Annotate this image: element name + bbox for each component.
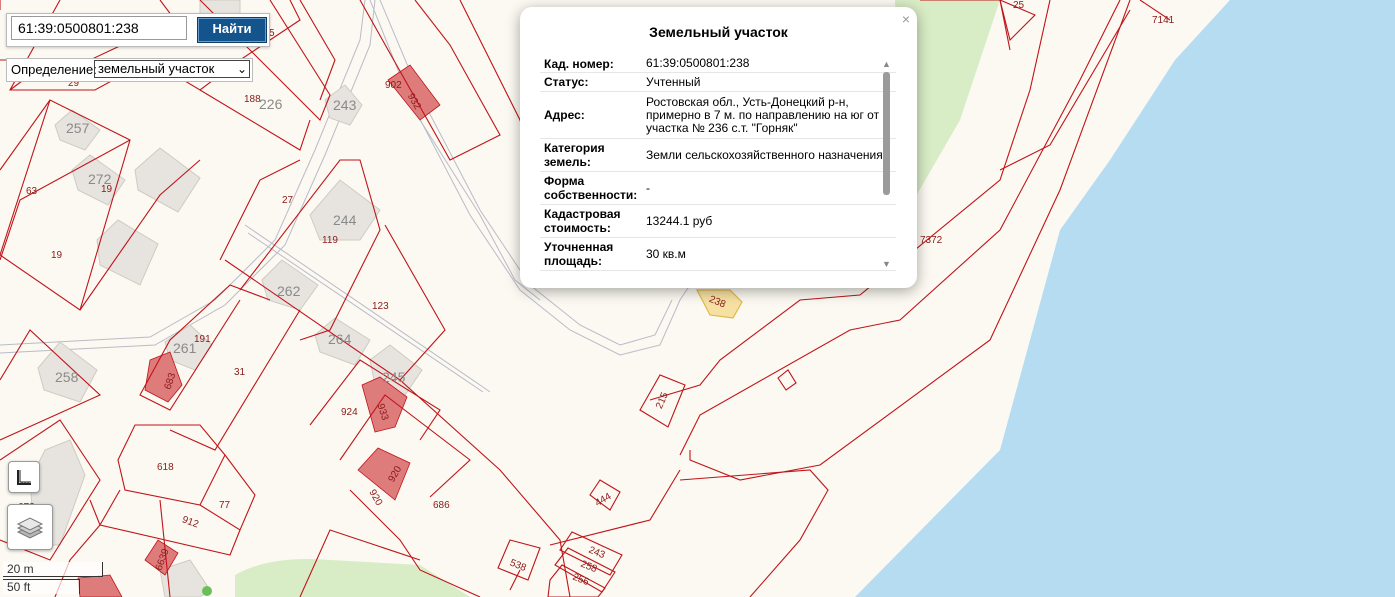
parcel-label: 27 bbox=[282, 195, 294, 206]
parcel-label: 19 bbox=[51, 250, 63, 261]
info-value: Ростовская обл., Усть-Донецкий р-н, прим… bbox=[646, 94, 880, 135]
building-label: 262 bbox=[277, 283, 301, 299]
layers-button[interactable] bbox=[7, 504, 53, 550]
popup-scrollbar[interactable]: ▲ ▼ bbox=[882, 59, 891, 269]
info-row: Адрес: Ростовская обл., Усть-Донецкий р-… bbox=[540, 92, 896, 139]
popup-title: Земельный участок bbox=[649, 24, 788, 40]
parcel-label: 444 bbox=[593, 491, 613, 509]
info-value: - bbox=[646, 180, 650, 195]
parcel-label: 31 bbox=[234, 367, 246, 378]
parcel-info-table: Кад. номер: 61:39:0500801:238 Статус: Уч… bbox=[540, 55, 896, 271]
info-row: Кадастровая стоимость: 13244.1 руб bbox=[540, 205, 896, 238]
definition-panel: Определение: земельный участок ⌄ bbox=[6, 58, 253, 82]
building-label: 258 bbox=[55, 369, 79, 385]
parcel-label: 7141 bbox=[1152, 15, 1175, 26]
building-label: 226 bbox=[259, 96, 283, 112]
parcel-label: 123 bbox=[372, 301, 389, 312]
info-row: Статус: Учтенный bbox=[540, 73, 896, 92]
info-row: Категория земель: Земли сельскохозяйстве… bbox=[540, 139, 896, 172]
parcel-label: 538 bbox=[508, 558, 528, 575]
info-value: 30 кв.м bbox=[646, 246, 686, 261]
building-label: 261 bbox=[173, 340, 197, 356]
parcel-label: 924 bbox=[341, 407, 358, 418]
scroll-up-icon[interactable]: ▲ bbox=[882, 59, 891, 69]
parcel-label: 686 bbox=[433, 500, 450, 511]
building-label: 243 bbox=[333, 97, 357, 113]
parcel-info-popup: × Земельный участок Кад. номер: 61:39:05… bbox=[520, 7, 917, 288]
info-row: Уточненная площадь: 30 кв.м bbox=[540, 238, 896, 271]
info-value: Учтенный bbox=[646, 74, 701, 89]
parcel-label: 902 bbox=[385, 80, 402, 91]
info-value: Земли сельскохозяйственного назначения bbox=[646, 147, 883, 162]
parcel-label: 77 bbox=[219, 500, 231, 511]
parcel-label: 912 bbox=[181, 514, 201, 530]
parcel-label: 191 bbox=[194, 334, 211, 345]
building-label: 257 bbox=[66, 120, 90, 136]
scroll-thumb[interactable] bbox=[883, 72, 890, 195]
info-label: Статус: bbox=[544, 75, 589, 89]
parcel-label: 256 bbox=[571, 572, 591, 589]
scale-imperial: 50 ft bbox=[3, 579, 80, 594]
search-button[interactable]: Найти bbox=[197, 17, 267, 43]
info-row: Кад. номер: 61:39:0500801:238 bbox=[540, 55, 896, 73]
parcel-label: 258 bbox=[579, 559, 599, 576]
definition-selected: земельный участок bbox=[98, 61, 215, 76]
measure-button[interactable] bbox=[8, 461, 40, 493]
info-label: Кадастровая стоимость: bbox=[544, 207, 621, 235]
parcel-label: 25 bbox=[1013, 0, 1025, 11]
definition-label: Определение: bbox=[11, 62, 97, 77]
parcel-label: 920 bbox=[366, 488, 384, 508]
info-label: Категория земель: bbox=[544, 141, 605, 169]
building-label: 264 bbox=[328, 331, 352, 347]
info-row: Форма собственности: - bbox=[540, 172, 896, 205]
parcel-label: 215 bbox=[654, 390, 671, 410]
building-label: 272 bbox=[88, 171, 112, 187]
search-panel: Найти bbox=[6, 13, 270, 47]
info-label: Форма собственности: bbox=[544, 174, 638, 202]
building-label: 245 bbox=[382, 369, 406, 385]
chevron-down-icon: ⌄ bbox=[236, 62, 247, 76]
poi-marker[interactable] bbox=[202, 586, 212, 596]
highlighted-parcels bbox=[77, 64, 441, 597]
building-label: 244 bbox=[333, 212, 357, 228]
parcel-label: 618 bbox=[157, 462, 174, 473]
info-value: 13244.1 руб bbox=[646, 213, 713, 228]
cadastral-search-input[interactable] bbox=[11, 16, 187, 40]
parcel-label: 7372 bbox=[920, 235, 943, 246]
info-label: Уточненная площадь: bbox=[544, 240, 614, 268]
info-label: Кад. номер: bbox=[544, 56, 614, 71]
scale-metric: 20 m bbox=[3, 562, 103, 577]
ruler-icon bbox=[17, 470, 31, 485]
green-area bbox=[235, 559, 470, 597]
info-label: Адрес: bbox=[544, 108, 585, 122]
parcel-label: 63 bbox=[26, 186, 38, 197]
parcel-label: 119 bbox=[322, 235, 338, 246]
info-value: 61:39:0500801:238 bbox=[646, 56, 750, 70]
definition-select[interactable]: земельный участок ⌄ bbox=[94, 60, 250, 78]
layers-icon bbox=[16, 517, 44, 539]
scroll-down-icon[interactable]: ▼ bbox=[882, 259, 891, 269]
